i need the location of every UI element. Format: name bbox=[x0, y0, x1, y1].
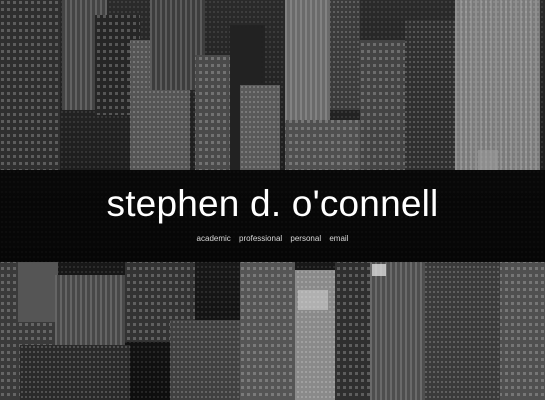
nav-link-personal[interactable]: personal bbox=[290, 234, 321, 243]
landing-page: stephen d. o'connell academic profession… bbox=[0, 0, 545, 400]
main-nav: academic professional personal email bbox=[0, 233, 545, 245]
nav-link-academic[interactable]: academic bbox=[197, 234, 231, 243]
nav-link-email[interactable]: email bbox=[329, 234, 348, 243]
nav-link-professional[interactable]: professional bbox=[239, 234, 282, 243]
site-title: stephen d. o'connell bbox=[106, 183, 439, 224]
